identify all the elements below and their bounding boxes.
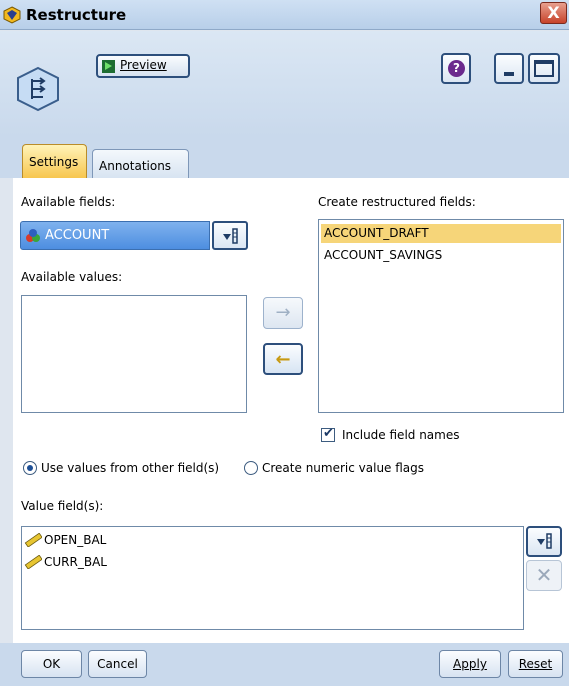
- ok-button[interactable]: OK: [21, 650, 82, 678]
- maximize-button[interactable]: [528, 53, 560, 84]
- available-fields-select[interactable]: ACCOUNT: [20, 221, 210, 250]
- value-field-picker-button[interactable]: [526, 526, 562, 557]
- continuous-ruler-icon: [24, 533, 42, 547]
- list-item[interactable]: ACCOUNT_DRAFT: [321, 224, 561, 243]
- arrow-right-icon: →: [275, 302, 291, 323]
- include-field-names-checkbox[interactable]: [321, 426, 335, 442]
- play-icon: [102, 60, 115, 73]
- field-picker-button[interactable]: [212, 221, 248, 250]
- preview-button[interactable]: Preview: [96, 54, 190, 78]
- available-values-label: Available values:: [21, 270, 123, 284]
- available-fields-label: Available fields:: [21, 195, 116, 209]
- minimize-button[interactable]: [494, 53, 524, 84]
- toolbar-area: Preview ?: [0, 31, 569, 136]
- value-fields-list[interactable]: OPEN_BAL CURR_BAL: [21, 526, 524, 630]
- move-right-button[interactable]: →: [263, 297, 303, 329]
- maximize-icon: [534, 60, 554, 77]
- preview-label: Preview: [120, 58, 167, 72]
- list-item[interactable]: ACCOUNT_SAVINGS: [321, 246, 442, 265]
- nominal-field-icon: [26, 229, 40, 242]
- field-picker-icon: [223, 228, 238, 244]
- apply-button[interactable]: Apply: [439, 650, 501, 678]
- use-values-label: Use values from other field(s): [41, 461, 220, 475]
- cancel-button[interactable]: Cancel: [88, 650, 147, 678]
- minimize-icon: [504, 72, 514, 76]
- restructured-fields-list[interactable]: ACCOUNT_DRAFT ACCOUNT_SAVINGS: [318, 219, 564, 413]
- close-icon: ✕: [535, 563, 553, 587]
- field-picker-icon: [537, 533, 552, 549]
- remove-value-field-button[interactable]: ✕: [526, 560, 562, 591]
- use-values-radio[interactable]: [23, 461, 37, 475]
- list-item[interactable]: CURR_BAL: [44, 552, 107, 572]
- close-button[interactable]: X: [540, 2, 567, 24]
- include-field-names-label: Include field names: [342, 428, 460, 442]
- move-left-button[interactable]: ←: [263, 343, 303, 375]
- numeric-flags-label: Create numeric value flags: [262, 461, 425, 475]
- available-fields-value: ACCOUNT: [45, 228, 110, 243]
- window-title: Restructure: [26, 6, 127, 24]
- list-item[interactable]: OPEN_BAL: [44, 530, 106, 550]
- continuous-ruler-icon: [24, 555, 42, 569]
- tab-settings[interactable]: Settings: [22, 144, 87, 178]
- restructured-fields-label: Create restructured fields:: [318, 195, 476, 209]
- numeric-flags-radio[interactable]: [244, 461, 258, 475]
- reset-button[interactable]: Reset: [508, 650, 563, 678]
- title-bar: Restructure X: [0, 0, 569, 30]
- help-button[interactable]: ?: [441, 53, 471, 84]
- restructure-hexagon-icon: [17, 66, 59, 112]
- value-fields-label: Value field(s):: [21, 499, 104, 513]
- tab-annotations[interactable]: Annotations: [92, 149, 189, 179]
- available-values-list[interactable]: [21, 295, 247, 413]
- help-icon: ?: [448, 60, 465, 77]
- arrow-left-icon: ←: [275, 349, 291, 370]
- restructure-node-icon: [3, 6, 21, 24]
- tab-strip: Settings Annotations: [0, 136, 569, 179]
